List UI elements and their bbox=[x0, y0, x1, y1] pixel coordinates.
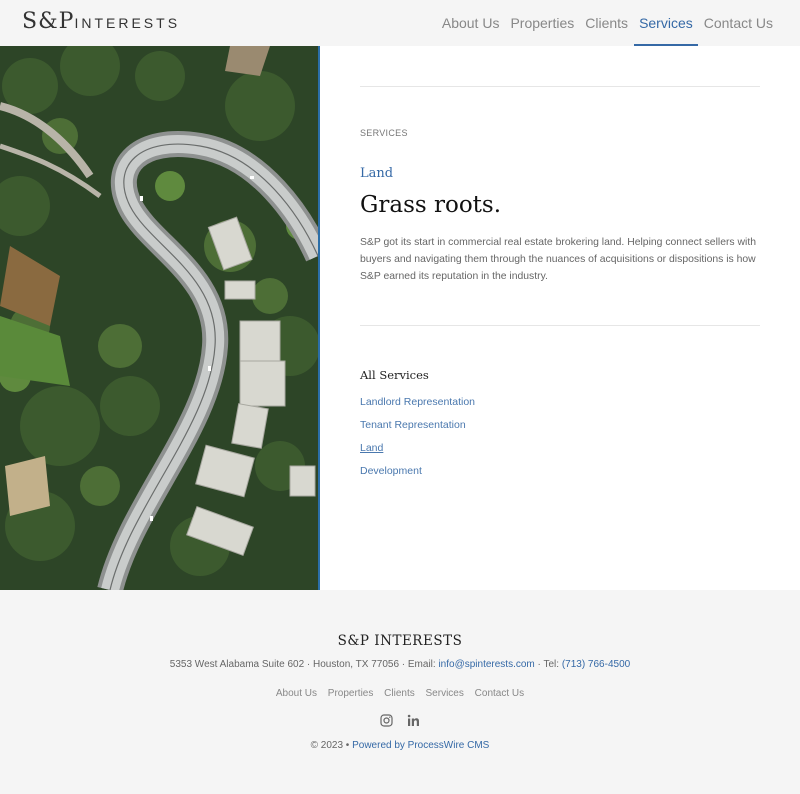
main-nav: About Us Properties Clients Services Con… bbox=[436, 0, 778, 46]
footer-nav-services[interactable]: Services bbox=[426, 688, 464, 699]
nav-contact-us[interactable]: Contact Us bbox=[699, 0, 778, 46]
footer-phone-link[interactable]: (713) 766-4500 bbox=[562, 659, 630, 670]
site-footer: S&P INTERESTS 5353 West Alabama Suite 60… bbox=[0, 590, 800, 794]
processwire-link[interactable]: Powered by ProcessWire CMS bbox=[352, 740, 489, 751]
social-links bbox=[0, 712, 800, 727]
aerial-road-photo bbox=[0, 46, 318, 590]
instagram-icon[interactable] bbox=[380, 712, 393, 727]
nav-services[interactable]: Services bbox=[634, 0, 698, 46]
service-link-development[interactable]: Development bbox=[360, 465, 422, 477]
service-description: S&P got its start in commercial real est… bbox=[360, 237, 756, 282]
footer-nav-about-us[interactable]: About Us bbox=[276, 688, 317, 699]
footer-nav-contact-us[interactable]: Contact Us bbox=[475, 688, 524, 699]
footer-email-link[interactable]: info@spinterests.com bbox=[438, 659, 534, 670]
service-link-land[interactable]: Land bbox=[360, 442, 383, 454]
footer-nav-properties[interactable]: Properties bbox=[328, 688, 374, 699]
copyright-text: © 2023 • bbox=[310, 740, 353, 751]
all-services-heading: All Services bbox=[360, 368, 429, 382]
linkedin-icon[interactable] bbox=[407, 712, 420, 726]
footer-address: 5353 West Alabama Suite 602 · Houston, T… bbox=[0, 659, 800, 670]
footer-nav-clients[interactable]: Clients bbox=[384, 688, 415, 699]
nav-properties[interactable]: Properties bbox=[505, 0, 579, 46]
footer-nav: About Us Properties Clients Services Con… bbox=[0, 688, 800, 699]
divider-top bbox=[360, 86, 760, 87]
nav-clients[interactable]: Clients bbox=[580, 0, 633, 46]
page-title: Grass roots. bbox=[360, 192, 502, 218]
footer-address-text: 5353 West Alabama Suite 602 · Houston, T… bbox=[169, 659, 439, 670]
logo-main: S&P bbox=[22, 9, 75, 34]
site-logo[interactable]: S&PINTERESTS bbox=[22, 9, 180, 34]
footer-brand: S&P INTERESTS bbox=[337, 633, 463, 649]
divider-middle bbox=[360, 325, 760, 326]
copyright: © 2023 • Powered by ProcessWire CMS bbox=[0, 740, 800, 751]
service-subtitle: Land bbox=[360, 166, 394, 181]
hero-image bbox=[0, 46, 320, 590]
nav-about-us[interactable]: About Us bbox=[437, 0, 505, 46]
service-link-tenant-representation[interactable]: Tenant Representation bbox=[360, 419, 466, 431]
site-header: S&PINTERESTS About Us Properties Clients… bbox=[0, 0, 800, 46]
service-link-landlord-representation[interactable]: Landlord Representation bbox=[360, 396, 475, 408]
section-eyebrow: SERVICES bbox=[360, 128, 408, 138]
logo-sub: INTERESTS bbox=[74, 15, 181, 31]
footer-tel-prefix: · Tel: bbox=[534, 659, 562, 670]
